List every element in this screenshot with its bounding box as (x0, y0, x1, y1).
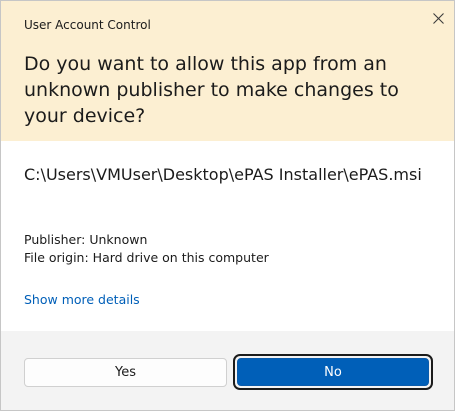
show-more-details-link[interactable]: Show more details (24, 291, 140, 309)
close-button[interactable] (427, 7, 449, 29)
window-title: User Account Control (24, 18, 151, 32)
yes-button[interactable]: Yes (24, 358, 227, 387)
file-origin-info: File origin: Hard drive on this computer (24, 250, 269, 265)
no-button[interactable]: No (237, 358, 429, 386)
close-icon (432, 12, 444, 24)
dialog-body: C:\Users\VMUser\Desktop\ePAS Installer\e… (1, 141, 454, 331)
prompt-question: Do you want to allow this app from an un… (24, 53, 399, 127)
dialog-header: User Account Control Do you want to allo… (1, 1, 454, 141)
uac-dialog: User Account Control Do you want to allo… (0, 0, 455, 411)
program-path: C:\Users\VMUser\Desktop\ePAS Installer\e… (24, 165, 422, 184)
publisher-info: Publisher: Unknown (24, 232, 148, 247)
dialog-footer: Yes No (1, 331, 454, 410)
